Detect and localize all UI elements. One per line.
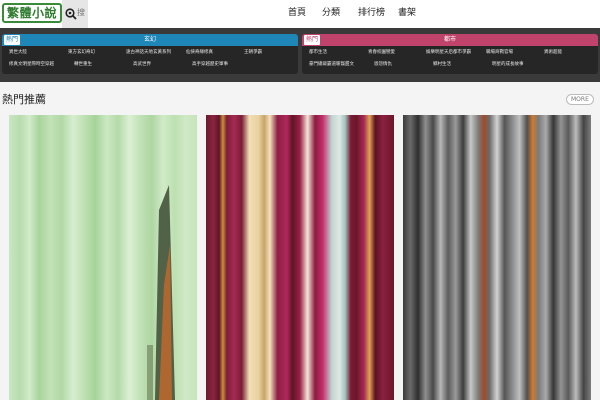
nav-item-bookshelf[interactable]: 書架 bbox=[398, 7, 416, 19]
nav-item-home[interactable]: 首頁 bbox=[288, 7, 306, 19]
search-button[interactable]: 搜 bbox=[62, 0, 88, 28]
category-link[interactable]: 都市生活 bbox=[309, 50, 327, 56]
category-link[interactable]: 王朝爭霸 bbox=[244, 50, 262, 56]
category-header: 熱門 玄幻 bbox=[2, 34, 298, 46]
category-link[interactable]: 職場商戰官場 bbox=[486, 50, 513, 56]
category-link[interactable]: 異術超能 bbox=[544, 50, 562, 56]
category-panel: 熱門 玄幻 異世大陸 東方玄幻奇幻 遠古神話天地玄黃系列 仙俠奇緣修真 王朝爭霸… bbox=[0, 28, 600, 82]
search-icon bbox=[65, 8, 77, 20]
search-label: 搜 bbox=[77, 8, 85, 17]
category-link[interactable]: 恩怨情仇 bbox=[374, 62, 392, 68]
category-link[interactable]: 修真文明星際時空穿越 bbox=[9, 62, 54, 68]
nav-item-ranking[interactable]: 排行榜 bbox=[358, 7, 385, 19]
category-link[interactable]: 娛樂明星天后都市爭霸 bbox=[426, 50, 471, 56]
top-bar: 繁體小說 搜 首頁 分類 排行榜 書架 bbox=[0, 0, 600, 28]
more-button[interactable]: MORE bbox=[566, 94, 594, 105]
category-link[interactable]: 鄉村生活 bbox=[433, 62, 451, 68]
category-block-urban: 熱門 都市 都市生活 青春校園戀愛 娛樂明星天后都市爭霸 職場商戰官場 異術超能… bbox=[302, 34, 598, 74]
cover-artwork bbox=[147, 185, 175, 400]
category-link[interactable]: 高武世界 bbox=[133, 62, 151, 68]
category-link[interactable]: 青春校園戀愛 bbox=[368, 50, 395, 56]
section-title: 熱門推薦 bbox=[2, 93, 46, 106]
site-logo[interactable]: 繁體小說 bbox=[2, 3, 63, 23]
category-link[interactable]: 高手穿越歷史軍事 bbox=[192, 62, 228, 68]
category-link[interactable]: 明星的成長故事 bbox=[492, 62, 524, 68]
category-title[interactable]: 都市 bbox=[302, 34, 598, 46]
recommend-section: 熱門推薦 MORE bbox=[0, 82, 600, 400]
book-cover[interactable] bbox=[403, 115, 591, 400]
book-cover[interactable] bbox=[9, 115, 197, 400]
category-link[interactable]: 豪門總裁霸道暖寵甜文 bbox=[309, 62, 354, 68]
category-header: 熱門 都市 bbox=[302, 34, 598, 46]
category-link[interactable]: 異世大陸 bbox=[9, 50, 27, 56]
category-block-fantasy: 熱門 玄幻 異世大陸 東方玄幻奇幻 遠古神話天地玄黃系列 仙俠奇緣修真 王朝爭霸… bbox=[2, 34, 298, 74]
category-link[interactable]: 轉世重生 bbox=[74, 62, 92, 68]
nav-item-category[interactable]: 分類 bbox=[322, 7, 340, 19]
category-link[interactable]: 仙俠奇緣修真 bbox=[186, 50, 213, 56]
page: 繁體小說 搜 首頁 分類 排行榜 書架 熱門 玄幻 異世大陸 東方玄幻奇幻 遠古… bbox=[0, 0, 600, 400]
category-title[interactable]: 玄幻 bbox=[2, 34, 298, 46]
book-cover[interactable] bbox=[206, 115, 394, 400]
category-link[interactable]: 東方玄幻奇幻 bbox=[68, 50, 95, 56]
category-link[interactable]: 遠古神話天地玄黃系列 bbox=[126, 50, 171, 56]
